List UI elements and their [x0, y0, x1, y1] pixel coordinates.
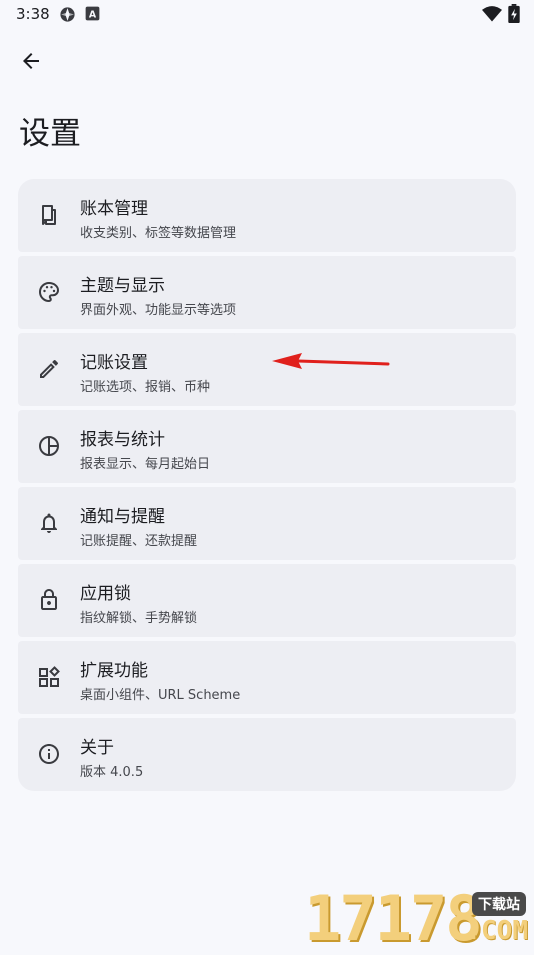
watermark-domain: .COM — [465, 916, 528, 946]
settings-item-app-lock[interactable]: 应用锁 指纹解锁、手势解锁 — [18, 564, 516, 637]
settings-item-notifications[interactable]: 通知与提醒 记账提醒、还款提醒 — [18, 487, 516, 560]
a-notification-icon: A — [85, 6, 100, 25]
settings-item-subtitle: 版本 4.0.5 — [80, 765, 144, 780]
wifi-icon — [482, 5, 502, 27]
settings-item-extensions[interactable]: 扩展功能 桌面小组件、URL Scheme — [18, 641, 516, 714]
settings-item-subtitle: 报表显示、每月起始日 — [80, 457, 211, 472]
settings-item-title: 报表与统计 — [80, 430, 165, 450]
settings-item-title: 记账设置 — [80, 353, 148, 373]
settings-item-subtitle: 界面外观、功能显示等选项 — [80, 303, 237, 318]
watermark-logo: 17178 下载站 .COM — [304, 882, 530, 955]
svg-text:A: A — [89, 9, 97, 20]
status-time: 3:38 — [16, 5, 50, 23]
watermark-badge: 下载站 — [472, 892, 526, 916]
settings-item-bookkeeping[interactable]: 记账设置 记账选项、报销、币种 — [18, 333, 516, 406]
red-arrow-icon — [268, 350, 392, 378]
settings-item-about[interactable]: 关于 版本 4.0.5 — [18, 718, 516, 791]
lock-icon — [37, 588, 61, 612]
palette-icon — [37, 280, 61, 304]
pencil-icon — [37, 357, 61, 381]
settings-item-title: 扩展功能 — [80, 661, 148, 681]
status-bar: 3:38 A — [0, 0, 534, 28]
settings-list: 账本管理 收支类别、标签等数据管理 主题与显示 界面外观、功能显示等选项 记账设… — [18, 179, 516, 791]
settings-item-theme[interactable]: 主题与显示 界面外观、功能显示等选项 — [18, 256, 516, 329]
settings-item-reports[interactable]: 报表与统计 报表显示、每月起始日 — [18, 410, 516, 483]
settings-item-subtitle: 记账提醒、还款提醒 — [80, 534, 198, 549]
settings-item-title: 通知与提醒 — [80, 507, 165, 527]
watermark-digits: 17178 — [304, 882, 483, 955]
settings-item-ledger[interactable]: 账本管理 收支类别、标签等数据管理 — [18, 179, 516, 252]
page-title: 设置 — [19, 116, 81, 152]
ledger-book-icon — [37, 203, 61, 227]
settings-item-title: 应用锁 — [80, 584, 131, 604]
back-button[interactable] — [12, 44, 50, 82]
settings-item-title: 关于 — [80, 738, 114, 758]
settings-item-subtitle: 桌面小组件、URL Scheme — [80, 688, 241, 703]
arrow-left-icon — [19, 49, 43, 77]
bell-icon — [37, 511, 61, 535]
settings-item-title: 账本管理 — [80, 199, 148, 219]
info-icon — [37, 742, 61, 766]
battery-charging-icon — [508, 4, 520, 27]
settings-item-title: 主题与显示 — [80, 276, 165, 296]
widgets-icon — [37, 665, 61, 689]
settings-item-subtitle: 收支类别、标签等数据管理 — [80, 226, 237, 241]
sync-icon — [59, 6, 76, 27]
settings-item-subtitle: 记账选项、报销、币种 — [80, 380, 211, 395]
pie-chart-icon — [37, 434, 61, 458]
settings-item-subtitle: 指纹解锁、手势解锁 — [80, 611, 198, 626]
